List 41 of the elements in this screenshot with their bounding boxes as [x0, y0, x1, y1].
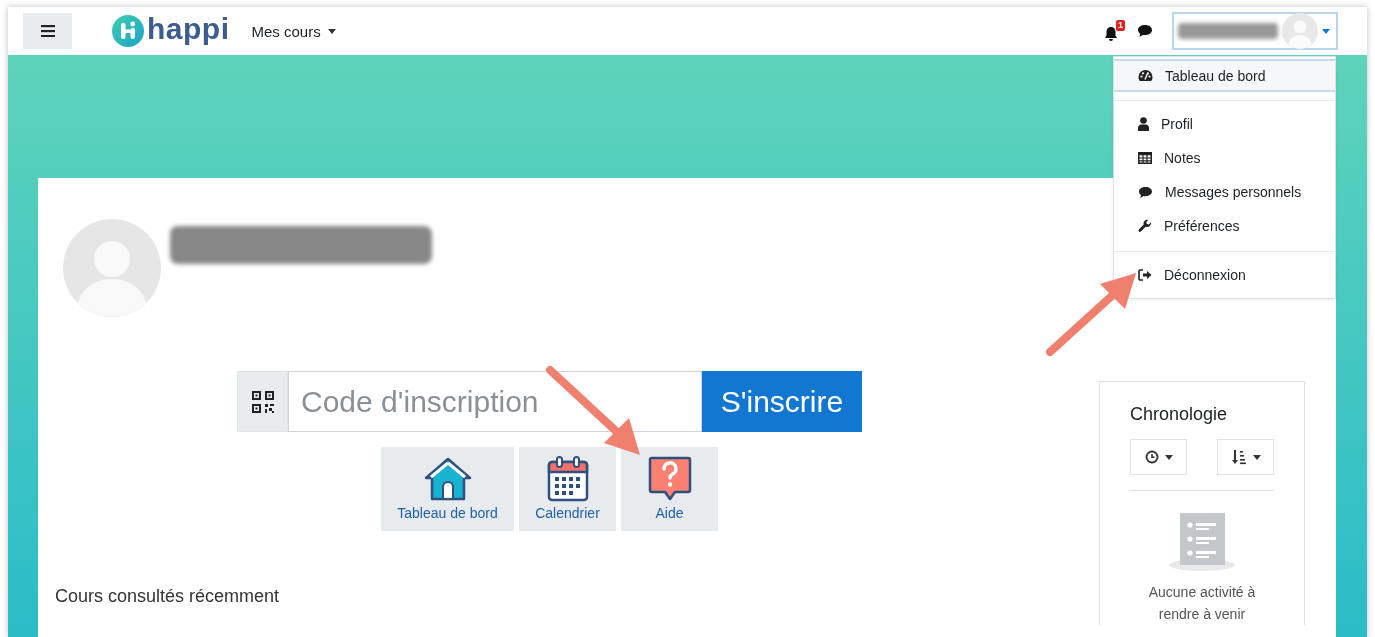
table-icon: [1138, 152, 1152, 164]
sort-icon: [1230, 449, 1247, 465]
avatar: [1282, 13, 1318, 49]
notification-count: 1: [1116, 20, 1125, 31]
sort-dropdown[interactable]: [1217, 439, 1274, 475]
enrolment-code-field[interactable]: Code d'inscription: [288, 371, 702, 432]
chat-icon: [1137, 24, 1153, 38]
logo-text[interactable]: happi: [147, 14, 230, 48]
house-icon: [422, 456, 473, 502]
menu-item[interactable]: Messages personnels: [1114, 175, 1335, 209]
menu-icon: [40, 25, 55, 37]
menu-item[interactable]: Déconnexion: [1114, 258, 1335, 292]
messages-button[interactable]: [1137, 24, 1153, 38]
logo-icon: [112, 15, 144, 47]
dashboard-icon: [1138, 69, 1153, 82]
enrol-button[interactable]: S'inscrire: [702, 371, 862, 432]
section-heading: Cours consultés récemment: [55, 586, 280, 607]
qr-code-icon[interactable]: [237, 371, 288, 432]
calendar-icon: [546, 456, 589, 502]
empty-message: Aucune activité à rendre à venir: [1147, 583, 1257, 624]
menu-item[interactable]: Profil: [1114, 107, 1335, 141]
courses-menu[interactable]: Mes cours: [251, 22, 336, 40]
notifications-button[interactable]: 1: [1103, 20, 1125, 42]
help-icon: [647, 456, 692, 502]
shortcut-tile[interactable]: Calendrier: [519, 447, 616, 531]
menu-item[interactable]: Notes: [1114, 141, 1335, 175]
sign-out-icon: [1138, 269, 1152, 281]
panel-heading: Chronologie: [1130, 404, 1229, 425]
menu-item[interactable]: Préférences: [1114, 209, 1335, 243]
menu-button[interactable]: [23, 13, 72, 49]
filter-dropdown[interactable]: [1130, 439, 1187, 475]
bell-icon: [1103, 26, 1119, 42]
clock-icon: [1144, 450, 1159, 464]
shortcut-tile[interactable]: Tableau de bord: [381, 447, 514, 531]
user-menu-button[interactable]: [1172, 12, 1338, 50]
wrench-icon: [1138, 219, 1152, 233]
shortcut-tile[interactable]: Aide: [621, 447, 718, 531]
user-icon: [1138, 117, 1149, 131]
menu-item[interactable]: Tableau de bord: [1114, 59, 1335, 92]
empty-list-icon: [1167, 512, 1237, 572]
comment-icon: [1138, 185, 1153, 199]
